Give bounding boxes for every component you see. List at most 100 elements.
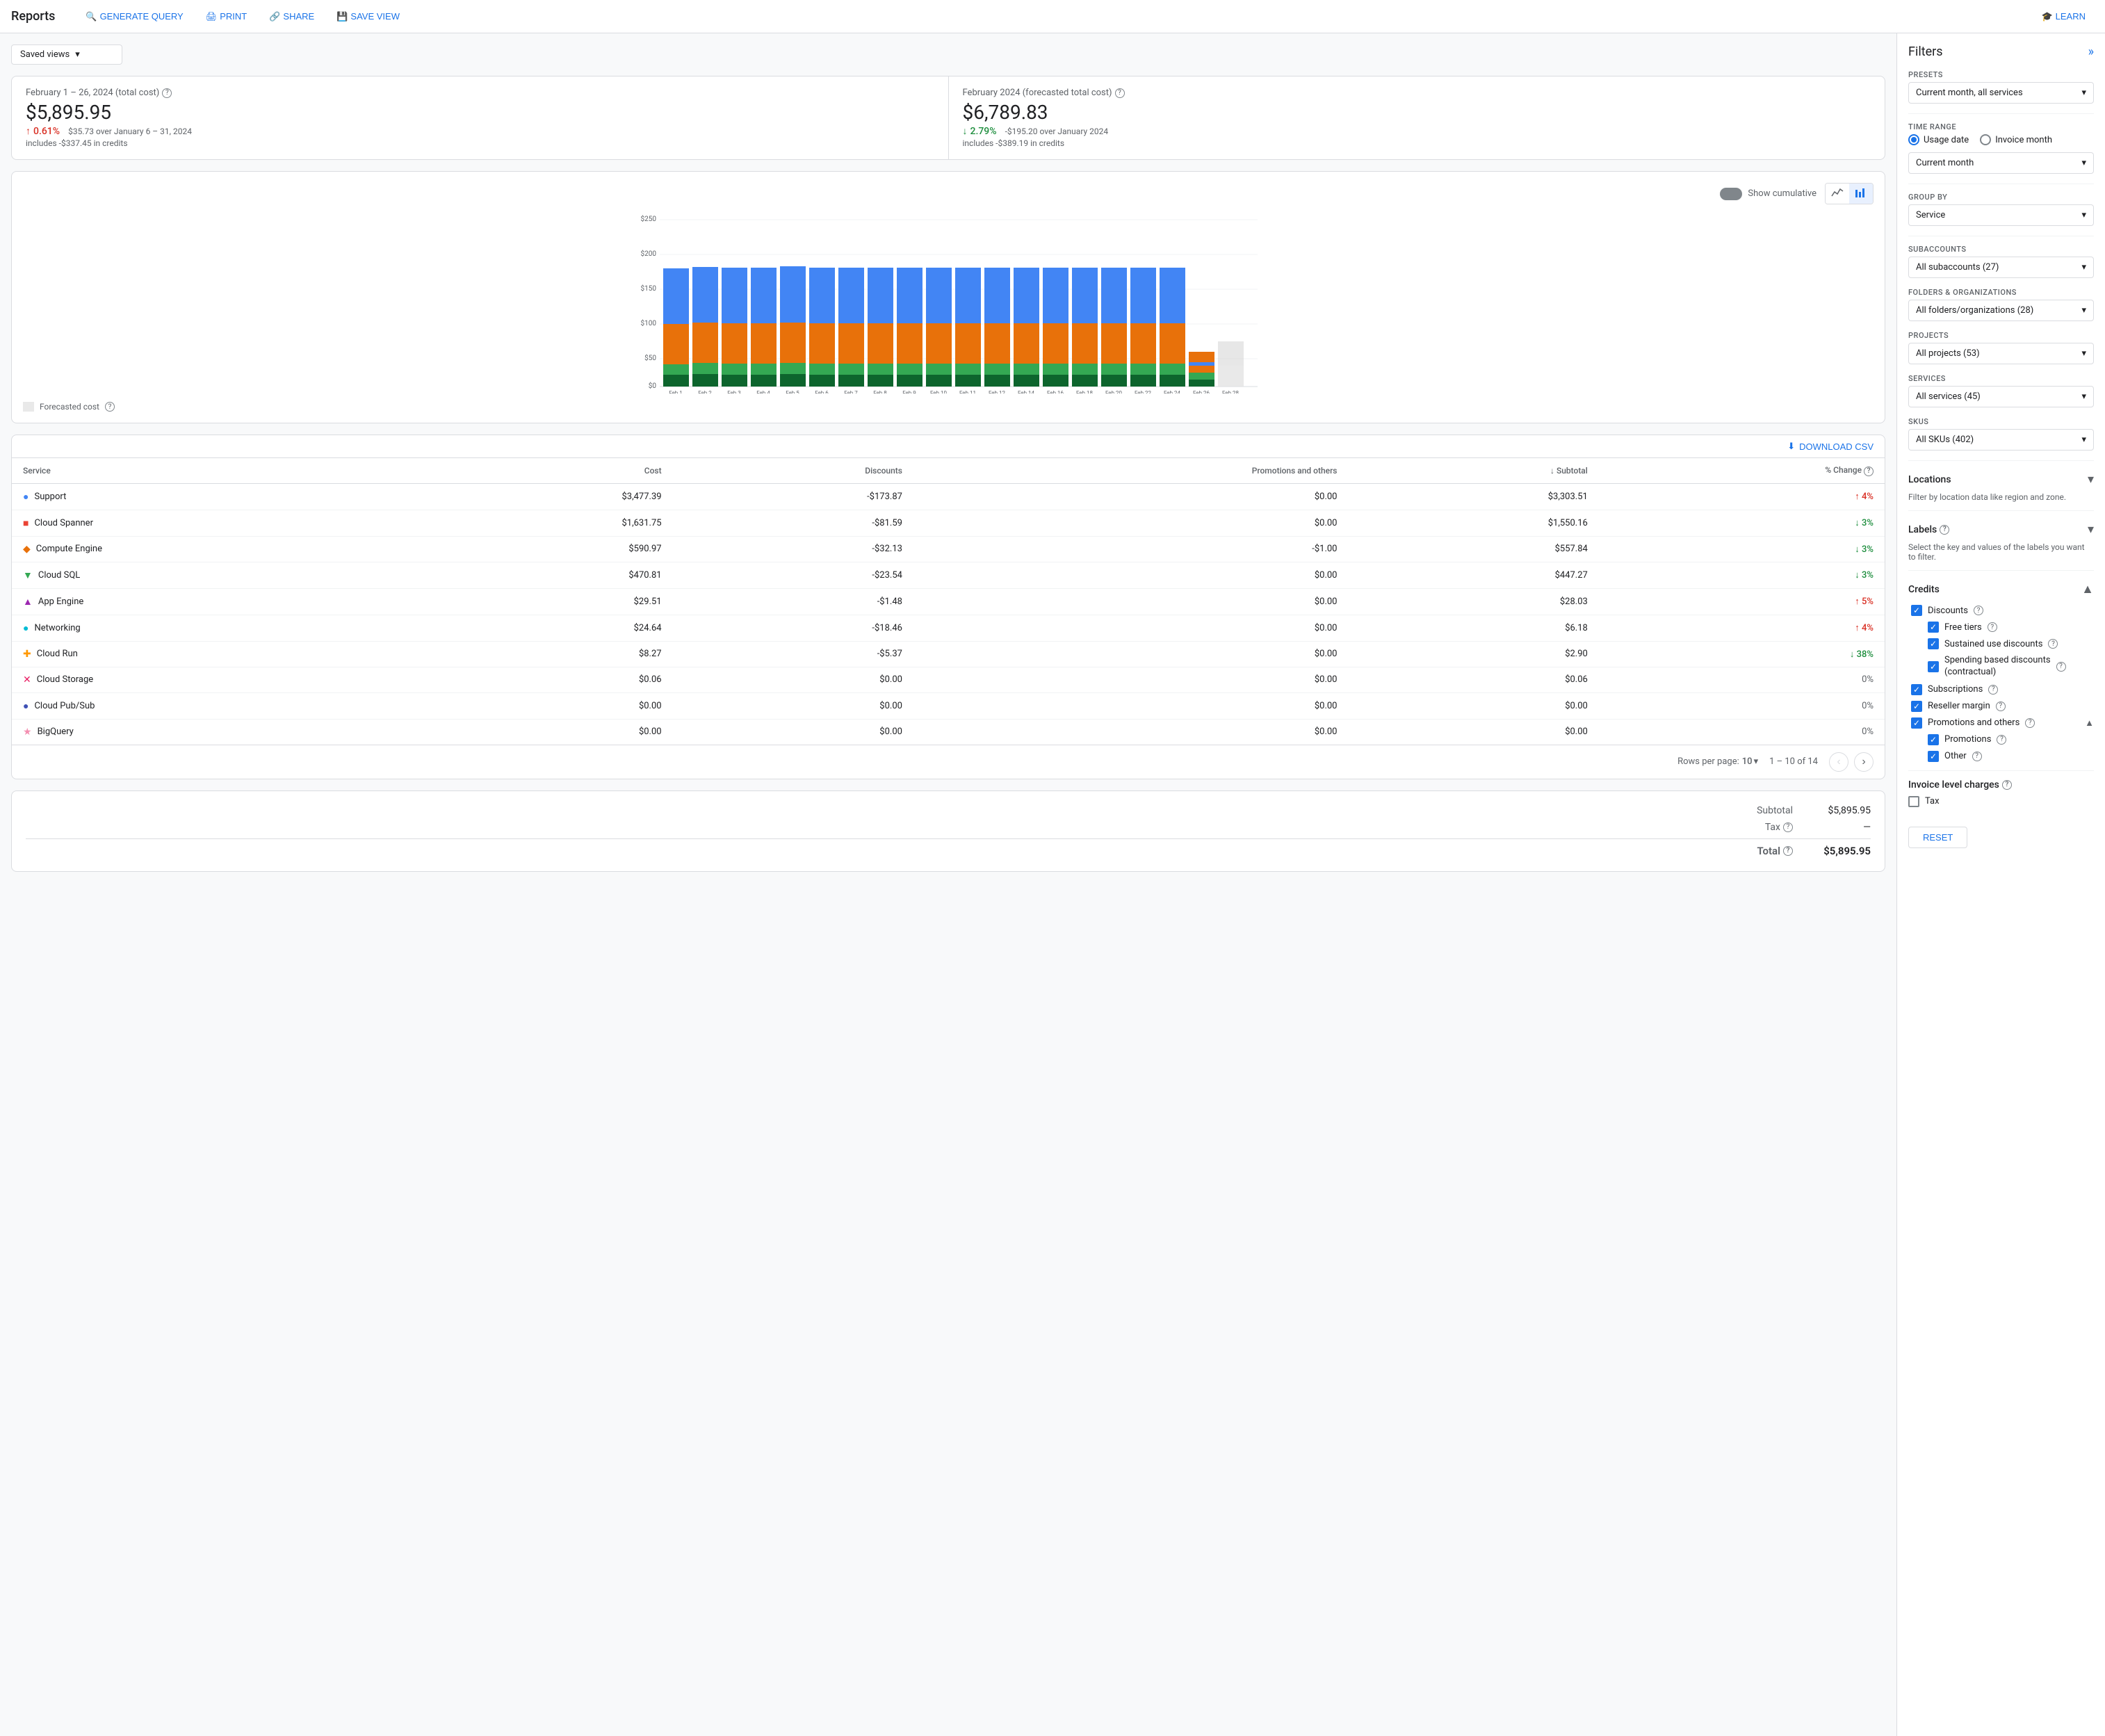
spending-based-item[interactable]: ✓ Spending based discounts(contractual) … [1928,655,2094,679]
card1-subtitle: includes -$337.45 in credits [26,138,934,148]
card2-value: $6,789.83 [963,101,1871,124]
promotions-others-collapse-icon[interactable]: ▲ [2085,717,2094,729]
labels-help-icon[interactable]: ? [1940,525,1949,535]
service-icon: ● [23,700,29,712]
saved-views-dropdown[interactable]: Saved views ▾ [11,44,122,65]
svg-text:Feb 28: Feb 28 [1222,390,1240,394]
sustained-use-help-icon[interactable]: ? [2048,639,2058,649]
invoice-charges-help-icon[interactable]: ? [2002,780,2012,790]
labels-note: Select the key and values of the labels … [1908,542,2094,562]
change-help-icon[interactable]: ? [1864,467,1874,476]
discounts-checkbox[interactable]: ✓ [1911,605,1922,616]
next-page-button[interactable]: › [1854,752,1874,772]
skus-dropdown[interactable]: All SKUs (402) ▾ [1908,429,2094,451]
print-button[interactable]: 🖨 PRINT [197,7,256,26]
reseller-margin-item[interactable]: ✓ Reseller margin ? [1911,701,2094,712]
generate-query-button[interactable]: 🔍 GENERATE QUERY [77,7,191,26]
promotions-cell: $0.00 [913,641,1349,667]
subscriptions-help-icon[interactable]: ? [1988,685,1998,695]
promotions-others-item[interactable]: ✓ Promotions and others ? ▲ [1911,717,2094,729]
svg-text:Feb 8: Feb 8 [873,390,887,394]
save-view-button[interactable]: 💾 SAVE VIEW [328,7,408,26]
free-tiers-item[interactable]: ✓ Free tiers ? [1928,622,2094,633]
sustained-use-checkbox[interactable]: ✓ [1928,638,1939,649]
other-checkbox[interactable]: ✓ [1928,751,1939,762]
table-toolbar: ⬇ DOWNLOAD CSV [12,435,1885,458]
subaccounts-chevron-icon: ▾ [2081,262,2086,273]
promotions-others-checkbox[interactable]: ✓ [1911,717,1922,729]
subtotal-cell: $557.84 [1348,536,1598,562]
locations-section: Locations ▾ Filter by location data like… [1908,469,2094,502]
invoice-month-option[interactable]: Invoice month [1980,134,2052,145]
prev-page-button[interactable]: ‹ [1829,752,1848,772]
promotions-item[interactable]: ✓ Promotions ? [1928,734,2094,745]
presets-label: Presets [1908,70,2094,79]
reseller-margin-checkbox[interactable]: ✓ [1911,701,1922,712]
presets-dropdown[interactable]: Current month, all services ▾ [1908,82,2094,104]
share-button[interactable]: 🔗 SHARE [261,7,323,26]
total-help-icon[interactable]: ? [1783,846,1793,856]
invoice-month-radio[interactable] [1980,134,1991,145]
services-dropdown[interactable]: All services (45) ▾ [1908,386,2094,407]
folders-dropdown[interactable]: All folders/organizations (28) ▾ [1908,300,2094,321]
service-icon: ■ [23,517,29,529]
download-csv-button[interactable]: ⬇ DOWNLOAD CSV [1787,441,1874,452]
card1-title: February 1 – 26, 2024 (total cost) ? [26,88,934,98]
subscriptions-item[interactable]: ✓ Subscriptions ? [1911,684,2094,695]
group-by-dropdown[interactable]: Service ▾ [1908,204,2094,226]
sustained-use-item[interactable]: ✓ Sustained use discounts ? [1928,638,2094,649]
free-tiers-checkbox[interactable]: ✓ [1928,622,1939,633]
card1-help-icon[interactable]: ? [162,88,172,98]
spending-based-help-icon[interactable]: ? [2056,662,2066,672]
download-icon: ⬇ [1787,441,1795,452]
reseller-margin-help-icon[interactable]: ? [1996,701,2006,711]
promotions-others-help-icon[interactable]: ? [2025,718,2035,728]
subtotal-value: $5,895.95 [1815,805,1871,816]
line-chart-button[interactable] [1826,184,1849,204]
learn-button[interactable]: 🎓 LEARN [2033,7,2094,26]
svg-text:$200: $200 [641,249,657,258]
subscriptions-checkbox[interactable]: ✓ [1911,684,1922,695]
toggle-switch[interactable] [1720,188,1742,200]
filters-expand-icon[interactable]: » [2088,44,2094,59]
other-item[interactable]: ✓ Other ? [1928,751,2094,762]
promotions-help-icon[interactable]: ? [1997,735,2006,745]
subaccounts-dropdown[interactable]: All subaccounts (27) ▾ [1908,257,2094,278]
forecast-help-icon[interactable]: ? [105,402,115,412]
bar-chart-button[interactable] [1849,184,1873,204]
tax-checkbox[interactable] [1908,796,1919,807]
app-header: Reports 🔍 GENERATE QUERY 🖨 PRINT 🔗 SHARE… [0,0,2105,33]
table-footer: Rows per page: 10 ▾ 1 – 10 of 14 ‹ › [12,745,1885,779]
locations-header[interactable]: Locations ▾ [1908,469,2094,489]
free-tiers-help-icon[interactable]: ? [1988,622,1997,632]
discounts-help-icon[interactable]: ? [1974,606,1983,615]
usage-date-option[interactable]: Usage date [1908,134,1969,145]
reset-button[interactable]: RESET [1908,827,1967,848]
card2-help-icon[interactable]: ? [1115,88,1125,98]
card1-value: $5,895.95 [26,101,934,124]
cumulative-toggle[interactable]: Show cumulative [1720,188,1817,200]
chart-container: Show cumulative $250 $200 $150 [11,171,1885,423]
other-help-icon[interactable]: ? [1972,752,1982,761]
promotions-cell: $0.00 [913,483,1349,510]
subtotal-cell: $0.00 [1348,719,1598,745]
cost-cell: $24.64 [422,615,672,641]
promotions-checkbox[interactable]: ✓ [1928,734,1939,745]
locations-note: Filter by location data like region and … [1908,492,2094,502]
tax-item[interactable]: Tax [1908,796,2094,807]
labels-header[interactable]: Labels ? ▾ [1908,519,2094,540]
table-row: ▼ Cloud SQL $470.81 -$23.54 $0.00 $447.2… [12,562,1885,588]
group-by-chevron-icon: ▾ [2081,210,2086,220]
spending-based-checkbox[interactable]: ✓ [1928,661,1939,672]
change-cell: ↓ 3% [1599,510,1885,536]
credits-header[interactable]: Credits ▲ [1908,579,2094,599]
tax-help-icon[interactable]: ? [1783,822,1793,832]
folders-chevron-icon: ▾ [2081,305,2086,316]
table-row: ★ BigQuery $0.00 $0.00 $0.00 $0.00 0% [12,719,1885,745]
rows-per-page-select[interactable]: 10 ▾ [1742,756,1758,767]
summary-card-actual: February 1 – 26, 2024 (total cost) ? $5,… [12,76,948,159]
usage-date-radio[interactable] [1908,134,1919,145]
projects-dropdown[interactable]: All projects (53) ▾ [1908,343,2094,364]
time-range-dropdown[interactable]: Current month ▾ [1908,152,2094,174]
discounts-item[interactable]: ✓ Discounts ? [1911,605,2094,616]
